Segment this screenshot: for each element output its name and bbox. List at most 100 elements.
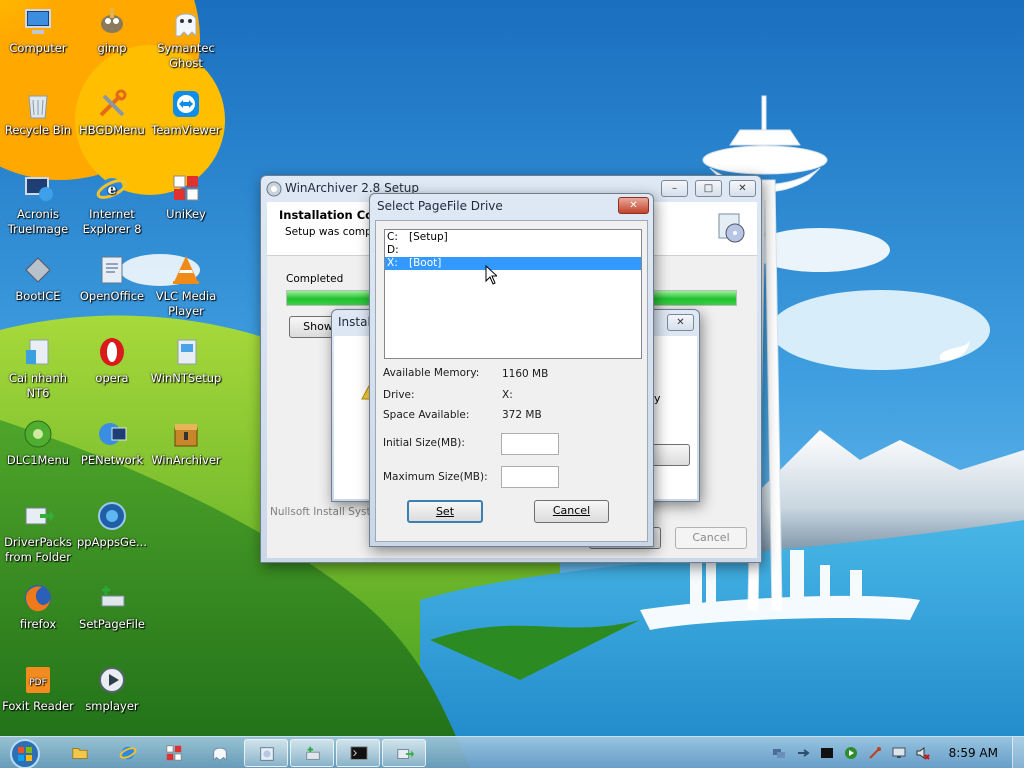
inner-dialog-close-button[interactable]: ✕ — [667, 314, 694, 331]
desktop-icon-penetwork[interactable]: PENetwork — [74, 418, 150, 468]
maximum-size-input[interactable] — [501, 466, 559, 488]
desktop-icon-symantec-ghost[interactable]: Symantec Ghost — [148, 6, 224, 71]
space-available-value: 372 MB — [502, 409, 542, 421]
inner-dialog-partial-text: y — [654, 392, 661, 405]
tray-display-icon[interactable] — [892, 746, 906, 760]
bootice-icon — [25, 257, 51, 283]
tray-network-icon[interactable] — [772, 746, 786, 760]
drive-list-item-selected[interactable]: X: [Boot] — [385, 257, 641, 270]
desktop-icon-hbgdmenu[interactable]: HBGDMenu — [74, 88, 150, 138]
desktop-icon-foxit-reader[interactable]: PDF Foxit Reader — [0, 664, 76, 714]
installer-cancel-button[interactable]: Cancel — [675, 527, 747, 549]
tray-usb-icon[interactable] — [796, 746, 810, 760]
desktop-icon-unikey[interactable]: UniKey — [148, 172, 224, 222]
command-prompt-icon — [350, 746, 368, 760]
tray-tool-icon[interactable] — [868, 746, 882, 760]
ghost-icon — [213, 747, 227, 762]
maximum-size-label: Maximum Size(MB): — [383, 471, 488, 483]
firefox-icon — [25, 585, 51, 612]
maximize-button[interactable]: □ — [695, 180, 722, 197]
start-button-icon[interactable] — [6, 738, 44, 768]
taskbar-cmd[interactable] — [336, 739, 380, 767]
winarchiver-icon — [174, 424, 198, 447]
available-memory-label: Available Memory: — [383, 367, 480, 379]
installer-icon — [26, 339, 49, 365]
setup-cd-icon — [718, 213, 745, 243]
initial-size-label: Initial Size(MB): — [383, 437, 465, 449]
desktop-icon-bootice[interactable]: BootICE — [0, 254, 76, 304]
tray-volume-muted-icon[interactable] — [916, 746, 930, 760]
teamviewer-icon — [173, 91, 199, 117]
driverpacks-icon — [397, 749, 414, 759]
nsis-brand-text: Nullsoft Install Syste — [270, 506, 378, 518]
available-memory-value: 1160 MB — [502, 368, 549, 380]
installer-app-icon — [266, 181, 282, 197]
minimize-button[interactable]: – — [661, 180, 688, 197]
gimp-icon — [101, 8, 123, 33]
taskbar-explorer[interactable] — [58, 739, 102, 767]
desktop-icon-winntsetup[interactable]: WinNTSetup — [148, 336, 224, 386]
vlc-icon — [173, 256, 199, 284]
tools-icon — [99, 89, 127, 117]
drive-label: Drive: — [383, 389, 415, 401]
desktop-icon-cai-nhanh[interactable]: Cai nhanh NT6 — [0, 336, 76, 401]
desktop-icon-smplayer[interactable]: smplayer — [74, 664, 150, 714]
taskbar-unikey[interactable] — [152, 739, 196, 767]
svg-text:e: e — [108, 182, 117, 198]
taskbar-ghost[interactable] — [198, 739, 242, 767]
desktop-icon-firefox[interactable]: firefox — [0, 582, 76, 632]
opera-icon — [100, 338, 124, 366]
taskbar: 8:59 AM — [0, 736, 1024, 768]
desktop-icon-dlc1menu[interactable]: DLC1Menu — [0, 418, 76, 468]
show-desktop-button[interactable] — [1012, 737, 1024, 768]
dlc-icon — [24, 420, 52, 448]
acronis-icon — [25, 177, 53, 201]
set-button[interactable]: Set — [407, 500, 483, 523]
pagefile-dialog[interactable]: Select PageFile Drive ✕ C: [Setup] D: X:… — [369, 193, 654, 547]
drive-list-item[interactable]: D: — [385, 244, 641, 257]
taskbar-setpagefile[interactable] — [290, 739, 334, 767]
winntsetup-icon — [177, 339, 197, 365]
installer-header-subtitle: Setup was comple — [285, 226, 382, 238]
desktop-icon-teamviewer[interactable]: TeamViewer — [148, 88, 224, 138]
taskbar-winarchiver-setup[interactable] — [244, 739, 288, 767]
network-icon — [99, 423, 127, 445]
drive-value: X: — [502, 389, 513, 401]
desktop-icon-ppapps[interactable]: ppAppsGe... — [74, 500, 150, 550]
desktop-icon-openoffice[interactable]: OpenOffice — [74, 254, 150, 304]
pagefile-dialog-close-button[interactable]: ✕ — [618, 197, 649, 214]
desktop-icon-internet-explorer[interactable]: e Internet Explorer 8 — [74, 172, 150, 237]
desktop-icon-acronis[interactable]: Acronis TrueImage — [0, 172, 76, 237]
computer-icon — [25, 9, 51, 34]
desktop-icon-winarchiver[interactable]: WinArchiver — [148, 418, 224, 468]
desktop-icon-gimp[interactable]: gimp — [74, 6, 150, 56]
openoffice-icon — [101, 256, 123, 284]
drive-list-item[interactable]: C: [Setup] — [385, 231, 641, 244]
desktop-icon-recycle-bin[interactable]: Recycle Bin — [0, 88, 76, 138]
pagefile-dialog-title: Select PageFile Drive — [377, 199, 503, 213]
smplayer-icon — [99, 667, 125, 693]
tray-clock[interactable]: 8:59 AM — [949, 746, 998, 760]
desktop-icon-setpagefile[interactable]: SetPageFile — [74, 582, 150, 632]
foxit-reader-icon: PDF — [26, 667, 50, 693]
unikey-icon — [166, 745, 182, 761]
pagefile-cancel-button[interactable]: Cancel — [534, 500, 609, 523]
pagefile-dialog-body: C: [Setup] D: X: [Boot] Available Memory… — [375, 220, 648, 542]
setup-icon — [260, 747, 274, 761]
desktop-icon-computer[interactable]: Computer — [0, 6, 76, 56]
tray-media-icon[interactable] — [844, 746, 858, 760]
status-label: Completed — [286, 273, 344, 285]
taskbar-driverpacks[interactable] — [382, 739, 426, 767]
desktop-icon-opera[interactable]: opera — [74, 336, 150, 386]
setpagefile-icon — [306, 746, 320, 760]
tray-cmd-icon[interactable] — [820, 746, 834, 760]
close-button[interactable]: ✕ — [729, 180, 756, 197]
desktop-icon-vlc[interactable]: VLC Media Player — [148, 254, 224, 319]
ppapps-icon — [98, 502, 126, 530]
taskbar-ie[interactable] — [106, 739, 150, 767]
initial-size-input[interactable] — [501, 433, 559, 455]
desktop-icon-driverpacks[interactable]: DriverPacks from Folder — [0, 500, 76, 565]
drive-list[interactable]: C: [Setup] D: X: [Boot] — [384, 229, 642, 359]
unikey-icon — [173, 175, 199, 201]
internet-explorer-icon — [119, 746, 137, 760]
